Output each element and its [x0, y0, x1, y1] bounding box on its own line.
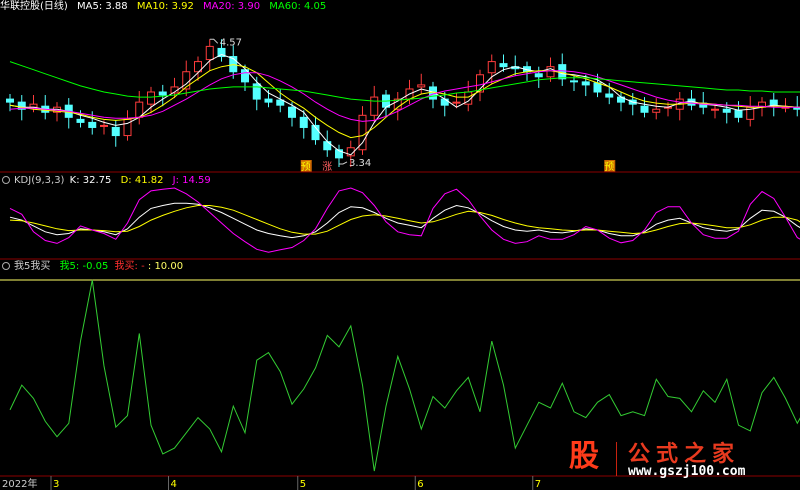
ma60-line	[9, 61, 800, 102]
low-pointer	[339, 161, 348, 165]
settings-icon[interactable]	[2, 262, 10, 270]
watermark-divider	[616, 442, 617, 476]
x-axis: 2022年 3 4 5 6 7	[2, 476, 541, 490]
candle-body	[370, 96, 379, 116]
candle-body	[452, 101, 461, 104]
candle-body	[440, 98, 449, 106]
ref-label: : 10.00	[147, 261, 184, 272]
watermark-logo: 股	[569, 439, 599, 474]
x-tick-label: 5	[300, 479, 306, 490]
marker-label: 预	[301, 161, 311, 173]
ma5-label: MA5: 3.88	[77, 1, 128, 12]
candle-body	[769, 99, 778, 106]
candle-body	[264, 98, 273, 103]
watermark: 股 公式之家 www.gszj100.com	[556, 436, 796, 486]
panel-separators	[0, 171, 800, 477]
candle-body	[288, 106, 296, 118]
candle-body	[558, 64, 567, 80]
candle-body	[570, 80, 578, 83]
kdj-title[interactable]: KDJ(9,3,3)	[14, 175, 64, 186]
candle-body	[323, 141, 332, 151]
candle-body	[205, 45, 214, 61]
candle-body	[534, 73, 543, 78]
price-panel: 4.573.34预涨预	[6, 37, 800, 173]
kdj-j-label: J: 14.59	[172, 175, 211, 186]
candle-body	[652, 108, 661, 113]
high-pointer	[209, 38, 219, 44]
price-header: 华联控股(日线) MA5: 3.88 MA10: 3.92 MA20: 3.90…	[0, 0, 332, 14]
x-tick-label: 4	[171, 479, 177, 490]
ma20-label: MA20: 3.90	[203, 1, 261, 12]
marker-label: 涨	[322, 161, 332, 173]
candle-body	[722, 108, 731, 113]
kdj-header: KDJ(9,3,3) K: 32.75 D: 41.82 J: 14.59	[0, 174, 217, 188]
candle-body	[581, 81, 590, 86]
settings-icon[interactable]	[2, 176, 10, 184]
candle-body	[111, 126, 120, 137]
candle-body	[252, 83, 261, 100]
low-label: 3.34	[349, 158, 371, 169]
marker-label: 预	[604, 161, 614, 173]
candle-body	[88, 121, 97, 128]
kdj-d-label: D: 41.82	[120, 175, 164, 186]
x-tick-label: 6	[417, 479, 423, 490]
candle-body	[299, 116, 308, 128]
x-tick-label: 7	[535, 479, 541, 490]
candle-body	[6, 98, 14, 103]
indicator-title[interactable]: 我5我买	[14, 261, 50, 272]
w5-label: 我5: -0.05	[59, 261, 109, 272]
buy-label: 我买: -	[114, 261, 145, 272]
candle-body	[417, 84, 426, 88]
candle-body	[605, 93, 614, 98]
candle-body	[487, 61, 496, 74]
candle-body	[499, 63, 508, 68]
chart-canvas: 4.573.34预涨预 2022年 3 4 5 6 7	[0, 37, 800, 490]
watermark-url: www.gszj100.com	[628, 464, 746, 479]
candle-body	[711, 108, 719, 111]
high-label: 4.57	[220, 37, 242, 48]
ma10-label: MA10: 3.92	[136, 1, 194, 12]
ma60-label: MA60: 4.05	[269, 1, 327, 12]
kdj-k-label: K: 32.75	[69, 175, 112, 186]
candle-body	[76, 118, 85, 123]
indicator-header: 我5我买 我5: -0.05 我买: - : 10.00	[0, 260, 189, 274]
candle-body	[640, 105, 649, 113]
x-tick-label: 2022年	[2, 477, 37, 490]
candle-body	[147, 91, 155, 105]
kdj-panel	[9, 187, 800, 253]
candle-body	[734, 109, 743, 118]
candle-body	[158, 91, 167, 96]
stock-title[interactable]: 华联控股(日线)	[0, 1, 68, 12]
candle-body	[100, 124, 108, 127]
x-tick-label: 3	[53, 479, 59, 490]
